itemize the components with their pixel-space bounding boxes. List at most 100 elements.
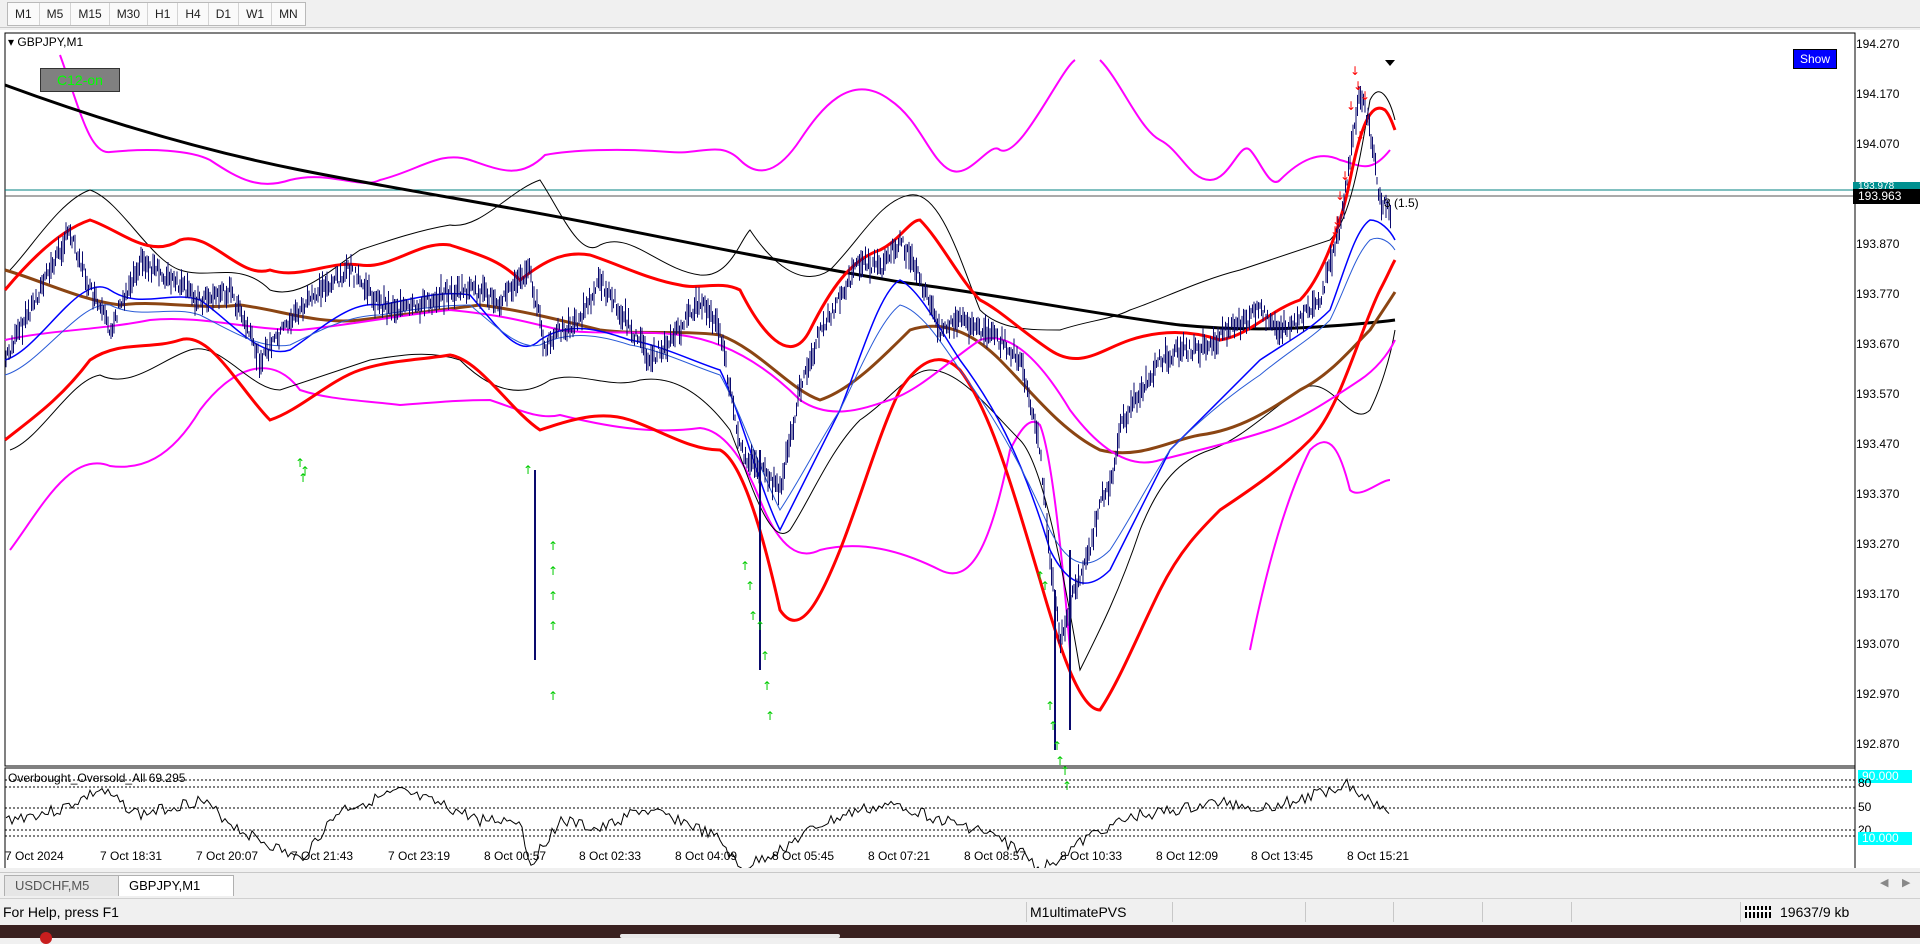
tab-usdchf-m5[interactable]: USDCHF,M5 (4, 875, 122, 896)
status-separator (1740, 902, 1741, 922)
price-axis-label: 193.370 (1856, 487, 1900, 501)
time-axis-label: 8 Oct 08:57 (964, 849, 1027, 863)
status-profile-name: M1ultimatePVS (1030, 904, 1127, 920)
os-taskbar (0, 925, 1920, 938)
price-axis-label: 194.170 (1856, 87, 1900, 101)
buy-arrow-icon: ↑ (548, 539, 558, 553)
chart-symbol-title: ▾ GBPJPY,M1 (8, 35, 84, 49)
tab-scroll-left-icon[interactable]: ◀ (1880, 876, 1888, 889)
timeframe-w1-button[interactable]: W1 (239, 3, 273, 25)
price-axis-label: 193.170 (1856, 587, 1900, 601)
price-axis-label: 193.070 (1856, 637, 1900, 651)
oscillator-level-low-badge: 10.000 (1858, 832, 1912, 845)
status-traffic-text: 19637/9 kb (1780, 904, 1850, 920)
chart-canvas[interactable]: ↑↑↑↑↑↑↑↑↑↑↑↑↑↑↑↑↑↑↑↑↑↑↑↑↓↓↓↓↓↓↓↓↓ (0, 30, 1920, 868)
candlestick-series (5, 86, 1391, 750)
status-help-text: For Help, press F1 (3, 904, 119, 920)
buy-arrow-icon: ↑ (740, 559, 750, 573)
time-axis-label: 8 Oct 00:57 (484, 849, 547, 863)
price-axis-label: 193.770 (1856, 287, 1900, 301)
buy-arrow-icon: ↑ (1040, 579, 1050, 593)
status-separator (1026, 902, 1027, 922)
price-axis-label: 192.870 (1856, 737, 1900, 751)
time-axis-label: 8 Oct 02:33 (579, 849, 642, 863)
sell-arrow-icon: ↓ (1335, 189, 1345, 203)
status-separator (1571, 902, 1572, 922)
time-axis-label: 7 Oct 21:43 (291, 849, 354, 863)
timeframe-m1-button[interactable]: M1 (8, 3, 40, 25)
magenta-lower-band (9, 367, 1391, 651)
buy-arrow-icon: ↑ (1062, 779, 1072, 793)
time-axis-label: 7 Oct 20:07 (196, 849, 259, 863)
price-axis-label: 193.470 (1856, 437, 1900, 451)
oscillator-title: Overbought_Oversold_All 69.295 (8, 771, 186, 785)
black-lower-envelope (9, 329, 1396, 672)
buy-arrow-icon: ↑ (298, 471, 308, 485)
time-axis-label: 8 Oct 15:21 (1347, 849, 1410, 863)
sell-arrow-icon: ↓ (1360, 89, 1370, 103)
tab-gbpjpy-m1[interactable]: GBPJPY,M1 (118, 875, 234, 896)
timeframe-h4-button[interactable]: H4 (178, 3, 209, 25)
price-axis-label: 193.570 (1856, 387, 1900, 401)
buy-arrow-icon: ↑ (762, 679, 772, 693)
buy-arrow-icon: ↑ (1045, 699, 1055, 713)
price-axis-label: 193.870 (1856, 237, 1900, 251)
status-bar: For Help, press F1 M1ultimatePVS 19637/9… (0, 898, 1920, 925)
sell-arrow-icon: ↓ (1350, 64, 1360, 78)
buy-arrow-icon: ↑ (1052, 739, 1062, 753)
buy-arrow-icon: ↑ (548, 689, 558, 703)
sell-arrow-icon: ↓ (1355, 129, 1365, 143)
connection-bars-icon (1745, 906, 1771, 918)
buy-arrow-icon: ↑ (760, 649, 770, 663)
chart-tabs-bar: USDCHF,M5 GBPJPY,M1 (0, 872, 1920, 897)
status-separator (1305, 902, 1306, 922)
buy-arrow-icon: ↑ (548, 619, 558, 633)
timeframe-m15-button[interactable]: M15 (71, 3, 110, 25)
time-axis-label: 8 Oct 04:09 (675, 849, 738, 863)
timeframe-m30-button[interactable]: M30 (110, 3, 149, 25)
price-axis-label: 193.270 (1856, 537, 1900, 551)
status-separator (1393, 902, 1394, 922)
price-chart[interactable]: ↑ ↑ ↑ ↑ ↑ ↑ ↑ ↑ ↑ ↑ ↑ ↑ ↑ ↑ ↑ ↑ ↑ ↑ ↑ ↑ ↑ ↑ ↑ ↑ ↓ ↓ ↓ ↓ ↓ ↓ ↓ ↓ ↓ (0, 30, 1920, 868)
time-axis-label: 7 Oct 18:31 (100, 849, 163, 863)
show-button[interactable]: Show (1793, 49, 1837, 69)
spread-label: 3 (1.5) (1384, 196, 1419, 210)
status-separator (1482, 902, 1483, 922)
price-axis-label: 194.070 (1856, 137, 1900, 151)
buy-arrow-icon: ↑ (548, 564, 558, 578)
oscillator-level-50-label: 50 (1858, 800, 1872, 814)
taskbar-app-icon[interactable] (40, 932, 52, 944)
timeframe-toolbar: M1 M5 M15 M30 H1 H4 D1 W1 MN (0, 0, 1920, 28)
timeframe-d1-button[interactable]: D1 (209, 3, 240, 25)
main-panel-frame (4, 32, 1856, 767)
buy-arrow-icon: ↑ (765, 709, 775, 723)
red-lower-envelope (4, 259, 1397, 712)
sell-arrow-icon: ↓ (1330, 224, 1340, 238)
price-axis-label: 194.270 (1856, 37, 1900, 51)
time-axis-label: 8 Oct 05:45 (772, 849, 835, 863)
buy-arrow-icon: ↑ (1048, 719, 1058, 733)
status-separator (1172, 902, 1173, 922)
current-price-marker: 193.963 (1853, 189, 1920, 204)
oscillator-level-80-label: 80 (1858, 776, 1872, 790)
timeframe-h1-button[interactable]: H1 (148, 3, 179, 25)
chart-shift-marker (1385, 60, 1395, 66)
sell-arrow-icon: ↓ (1340, 169, 1350, 183)
buy-arrow-icon: ↑ (745, 579, 755, 593)
buy-arrow-icon: ↑ (1060, 764, 1070, 778)
expert-status-badge: C12-on (40, 68, 120, 92)
time-axis-label: 7 Oct 2024 (5, 849, 64, 863)
time-axis-label: 8 Oct 12:09 (1156, 849, 1219, 863)
buy-arrow-icon: ↑ (523, 463, 533, 477)
time-axis-label: 8 Oct 10:33 (1060, 849, 1123, 863)
magenta-upper-band (59, 54, 1391, 185)
timeframe-m5-button[interactable]: M5 (40, 3, 72, 25)
time-axis-label: 8 Oct 13:45 (1251, 849, 1314, 863)
blue-fast-moving-average (4, 219, 1396, 584)
timeframe-mn-button[interactable]: MN (272, 3, 305, 25)
tab-scroll-right-icon[interactable]: ▶ (1902, 876, 1910, 889)
taskbar-window-indicator (620, 934, 840, 938)
price-axis-label: 193.670 (1856, 337, 1900, 351)
time-axis-label: 7 Oct 23:19 (388, 849, 451, 863)
signal-arrows: ↑↑↑↑↑↑↑↑↑↑↑↑↑↑↑↑↑↑↑↑↑↑↑↑↓↓↓↓↓↓↓↓↓ (295, 64, 1370, 793)
